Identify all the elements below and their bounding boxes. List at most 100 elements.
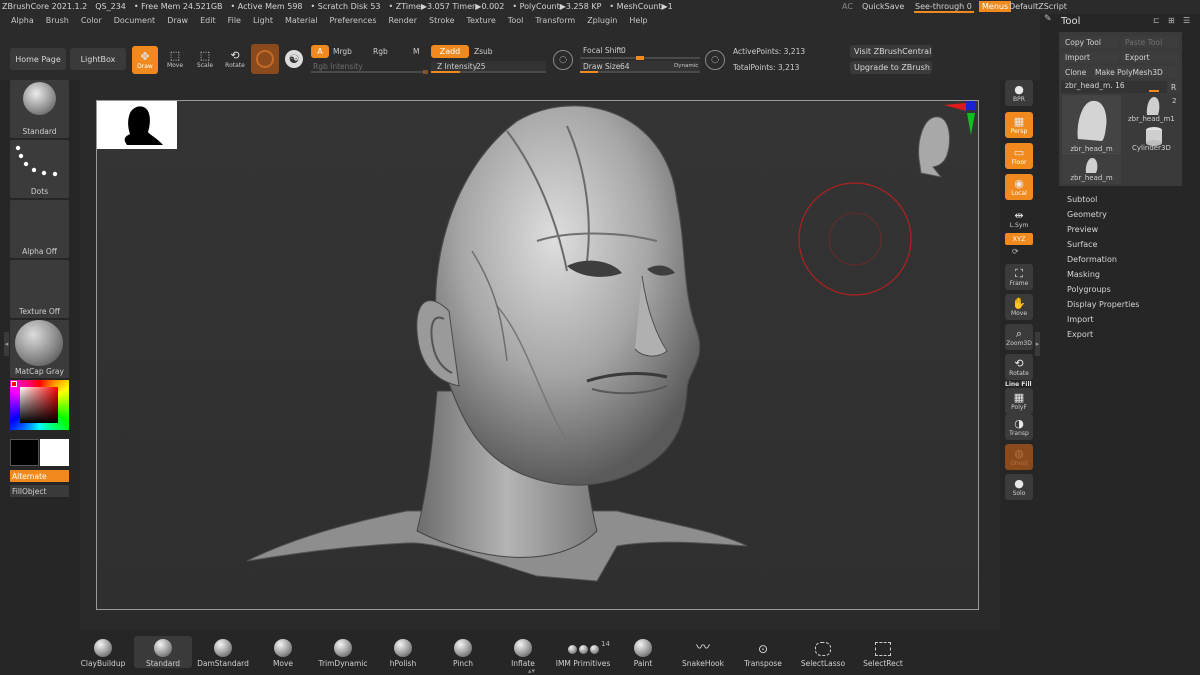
- zsub-toggle[interactable]: Zsub: [474, 47, 493, 56]
- tool-thumb-head-m1[interactable]: 2 zbr_head_m1: [1125, 95, 1181, 125]
- lsym-button[interactable]: ⇹ L.Sym: [1005, 206, 1033, 232]
- secondary-color-swatch[interactable]: [10, 439, 39, 466]
- fillobject-button[interactable]: FillObject: [10, 485, 69, 497]
- brush-pinch[interactable]: Pinch: [434, 636, 492, 668]
- brush-transpose[interactable]: ⊙ Transpose: [734, 636, 792, 668]
- menu-alpha[interactable]: Alpha: [0, 16, 40, 29]
- menu-file[interactable]: File: [222, 16, 247, 29]
- see-through-slider[interactable]: See-through 0: [915, 2, 972, 11]
- menu-help[interactable]: Help: [623, 16, 653, 29]
- main-color-swatch[interactable]: [40, 439, 69, 466]
- head-sculpt-mesh[interactable]: [237, 91, 757, 591]
- menu-brush[interactable]: Brush: [40, 16, 75, 29]
- rgb-toggle[interactable]: Rgb: [373, 47, 388, 56]
- rotate-button[interactable]: ⟲ Rotate: [222, 46, 248, 72]
- left-collapse-handle[interactable]: ◂: [4, 332, 9, 356]
- tool-thumb-head-active[interactable]: zbr_head_m: [1062, 95, 1121, 155]
- menu-zplugin[interactable]: Zplugin: [581, 16, 623, 29]
- import-tool-button[interactable]: Import: [1061, 51, 1119, 63]
- ac-toggle[interactable]: AC: [842, 2, 853, 11]
- menu-tool[interactable]: Tool: [502, 16, 530, 29]
- subpalette-display-properties[interactable]: Display Properties: [1067, 300, 1139, 309]
- subpalette-geometry[interactable]: Geometry: [1067, 210, 1107, 219]
- make-polymesh-button[interactable]: Make PolyMesh3D: [1091, 66, 1179, 78]
- brush-snakehook[interactable]: 〰 SnakeHook: [674, 636, 732, 668]
- menus-toggle[interactable]: Menus: [979, 1, 1012, 12]
- material-toggle-icon[interactable]: ☯: [285, 50, 303, 68]
- mrgb-toggle[interactable]: Mrgb: [333, 47, 352, 56]
- stroke-thumbnail[interactable]: Dots: [10, 140, 69, 198]
- a-toggle[interactable]: A: [311, 45, 329, 58]
- floor-button[interactable]: ▭ Floor: [1005, 143, 1033, 169]
- persp-button[interactable]: ▦ Persp: [1005, 112, 1033, 138]
- menu-transform[interactable]: Transform: [529, 16, 581, 29]
- brush-inflate[interactable]: Inflate: [494, 636, 552, 668]
- color-picker[interactable]: [10, 380, 69, 430]
- home-page-button[interactable]: Home Page: [10, 48, 66, 70]
- brush-damstandard[interactable]: DamStandard: [194, 636, 252, 668]
- tool-thumb-cylinder[interactable]: Cylinder3D: [1125, 125, 1181, 155]
- bpr-button[interactable]: ● BPR: [1005, 80, 1033, 106]
- current-tool-slider[interactable]: zbr_head_m. 16: [1061, 81, 1167, 93]
- clone-button[interactable]: Clone: [1061, 66, 1089, 78]
- menu-material[interactable]: Material: [279, 16, 324, 29]
- document-canvas[interactable]: [96, 100, 979, 610]
- menu-stroke[interactable]: Stroke: [423, 16, 461, 29]
- menu-light[interactable]: Light: [247, 16, 279, 29]
- menu-render[interactable]: Render: [383, 16, 423, 29]
- rotate-axis-icon[interactable]: ⟳: [1012, 247, 1019, 256]
- scale-button[interactable]: ⬚ Scale: [192, 46, 218, 72]
- z-intensity-slider[interactable]: [431, 71, 546, 73]
- solo-button[interactable]: ● Solo: [1005, 474, 1033, 500]
- brush-selectrect[interactable]: SelectRect: [854, 636, 912, 668]
- export-tool-button[interactable]: Export: [1121, 51, 1179, 63]
- brush-selectlasso[interactable]: SelectLasso: [794, 636, 852, 668]
- texture-thumbnail[interactable]: Texture Off: [10, 260, 69, 318]
- upgrade-button[interactable]: Upgrade to ZBrush: [850, 61, 932, 74]
- frame-button[interactable]: ⛶ Frame: [1005, 264, 1033, 290]
- focal-shift-slider[interactable]: [580, 56, 700, 60]
- polyf-button[interactable]: ▦ PolyF: [1005, 388, 1033, 414]
- zadd-toggle[interactable]: Zadd: [431, 45, 469, 58]
- subpalette-polygroups[interactable]: Polygroups: [1067, 285, 1111, 294]
- default-zscript[interactable]: DefaultZScript: [1009, 2, 1067, 11]
- alpha-thumbnail[interactable]: Alpha Off: [10, 200, 69, 258]
- axis-gizmo-icon[interactable]: [942, 101, 978, 137]
- visit-zbrushcentral-button[interactable]: Visit ZBrushCentral: [850, 45, 932, 58]
- tool-thumb-head-2[interactable]: zbr_head_m: [1062, 156, 1121, 184]
- move-button[interactable]: ⬚ Move: [162, 46, 188, 72]
- menu-preferences[interactable]: Preferences: [323, 16, 382, 29]
- palette-popout-icon[interactable]: ⊞: [1168, 16, 1175, 25]
- draw-button[interactable]: ✥ Draw: [132, 46, 158, 74]
- r-button[interactable]: R: [1168, 81, 1180, 93]
- subpalette-masking[interactable]: Masking: [1067, 270, 1100, 279]
- paste-tool-button[interactable]: Paste Tool: [1121, 36, 1179, 48]
- move-view-button[interactable]: ✋ Move: [1005, 294, 1033, 320]
- edit-mode-button[interactable]: [251, 44, 279, 74]
- transp-button[interactable]: ◑ Transp: [1005, 414, 1033, 440]
- subpalette-preview[interactable]: Preview: [1067, 225, 1098, 234]
- copy-tool-button[interactable]: Copy Tool: [1061, 36, 1119, 48]
- material-thumbnail[interactable]: MatCap Gray: [10, 320, 69, 378]
- rgb-intensity-slider[interactable]: [311, 70, 428, 74]
- menu-document[interactable]: Document: [108, 16, 161, 29]
- zoom3d-button[interactable]: ⌕ Zoom3D: [1005, 324, 1033, 350]
- dynamic-toggle[interactable]: Dynamic: [674, 63, 698, 69]
- saturation-square[interactable]: [20, 387, 58, 423]
- subpalette-surface[interactable]: Surface: [1067, 240, 1097, 249]
- lightbox-button[interactable]: LightBox: [70, 48, 126, 70]
- s-stroke-icon[interactable]: ◌: [553, 50, 573, 70]
- ghost-button[interactable]: ◍ Ghost: [1005, 444, 1033, 470]
- tool-title[interactable]: Tool: [1061, 16, 1080, 27]
- alternate-button[interactable]: Alternate: [10, 470, 69, 482]
- brush-thumbnail[interactable]: Standard: [10, 80, 69, 138]
- d-stroke-icon[interactable]: ◌: [705, 50, 725, 70]
- palette-menu-icon[interactable]: ☰: [1183, 16, 1190, 25]
- tool-pin-icon[interactable]: ✎: [1044, 14, 1052, 24]
- xyz-button[interactable]: XYZ: [1005, 233, 1033, 245]
- brush-standard[interactable]: Standard: [134, 636, 192, 668]
- brush-hpolish[interactable]: hPolish: [374, 636, 432, 668]
- brush-paint[interactable]: Paint: [614, 636, 672, 668]
- palette-dock-icon[interactable]: ⊏: [1153, 16, 1160, 25]
- menu-texture[interactable]: Texture: [461, 16, 502, 29]
